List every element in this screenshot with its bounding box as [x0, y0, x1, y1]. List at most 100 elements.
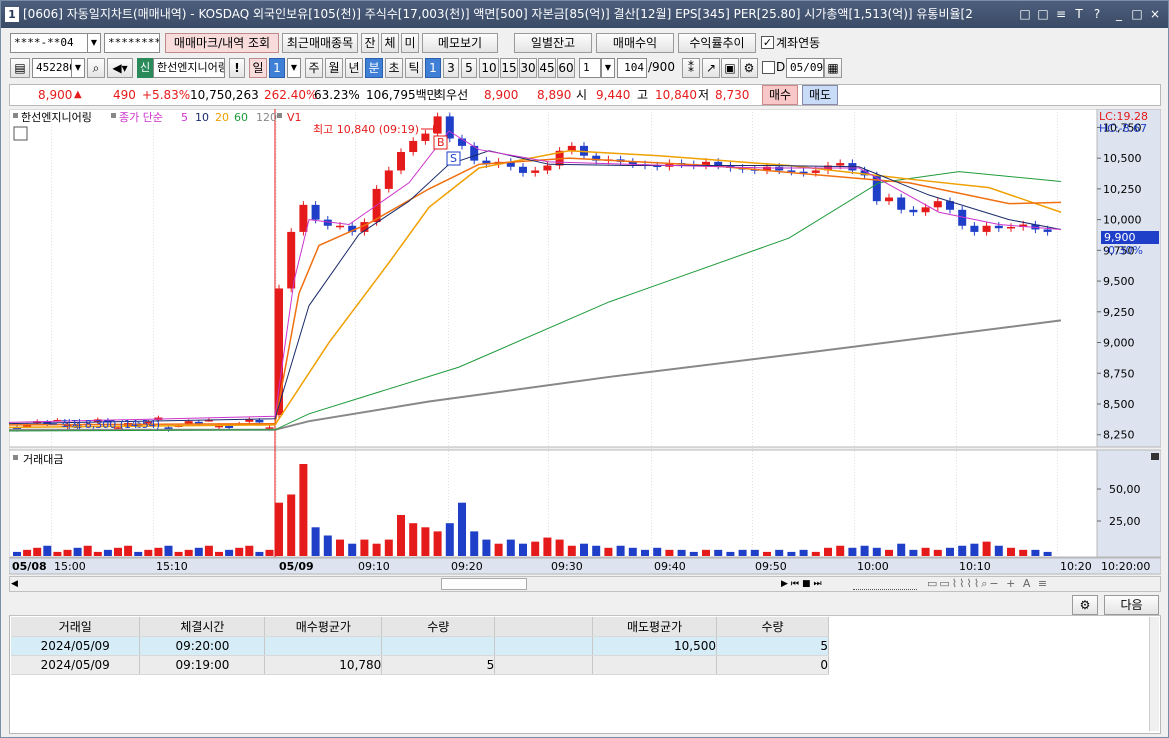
sell-button[interactable]: 매도 — [802, 85, 838, 105]
period-dropdown-icon[interactable]: ▼ — [287, 58, 301, 78]
balance-button[interactable]: 잔 — [361, 33, 379, 53]
scroll-left-icon[interactable]: ◀ — [11, 578, 21, 590]
interval-5-button[interactable]: 5 — [461, 58, 477, 78]
legend-v1: V1 — [287, 111, 302, 124]
period-tick-button[interactable]: 틱 — [405, 58, 423, 78]
search-icon[interactable]: ⌕ — [87, 58, 105, 78]
high-price: 10,840 — [655, 88, 697, 102]
recent-stocks-button[interactable]: 최근매매종목 — [282, 33, 358, 53]
table-row[interactable]: 2024/05/09 09:19:00 10,780 5 0 — [11, 655, 829, 675]
interval-15-button[interactable]: 15 — [500, 58, 518, 78]
period-day-button[interactable]: 일 — [249, 58, 267, 78]
volume-bar — [421, 527, 430, 556]
help-icon[interactable]: ? — [1089, 6, 1105, 22]
link-icon[interactable]: □ — [1017, 6, 1033, 22]
stock-code-input[interactable]: 452280 — [32, 58, 72, 78]
volume-panel-close-icon[interactable] — [1151, 453, 1159, 460]
warning-button[interactable]: ! — [229, 58, 245, 78]
price-tick-label: 9,000 — [1103, 337, 1135, 350]
scrollbar-thumb[interactable] — [441, 578, 527, 590]
drawing-tool-icon[interactable]: ↗ — [702, 58, 720, 78]
volume-bar — [714, 549, 723, 556]
volume-bar — [1019, 549, 1028, 556]
interval-45-button[interactable]: 45 — [538, 58, 556, 78]
col-buy-qty[interactable]: 수량 — [381, 617, 496, 637]
period-week-button[interactable]: 주 — [305, 58, 323, 78]
candle-body — [184, 421, 193, 424]
filled-button[interactable]: 체 — [381, 33, 399, 53]
volume-bar — [958, 545, 967, 556]
table-row[interactable]: 2024/05/09 09:20:00 10,500 5 — [11, 636, 829, 656]
col-sell-qty[interactable]: 수량 — [716, 617, 829, 637]
interval-input[interactable]: 1 — [579, 58, 601, 78]
candle-body — [775, 166, 784, 171]
trade-profit-button[interactable]: 매매수익 — [596, 33, 674, 53]
table-scrollbar[interactable] — [1149, 617, 1159, 731]
pin-icon[interactable]: ≡ — [1053, 6, 1069, 22]
col-trade-date[interactable]: 거래일 — [11, 617, 141, 637]
minimize-button[interactable]: _ — [1111, 6, 1127, 22]
playback-controls-icon[interactable]: ▶⏮■⏭ — [781, 578, 851, 590]
candle-body — [255, 419, 264, 423]
candle-body — [885, 197, 893, 202]
buy-button[interactable]: 매수 — [762, 85, 798, 105]
account-field[interactable]: ****-**04 — [10, 33, 88, 53]
period-year-button[interactable]: 년 — [345, 58, 363, 78]
period-day-count[interactable]: 1 — [269, 58, 285, 78]
count-total: /900 — [648, 60, 675, 74]
period-minute-button[interactable]: 분 — [365, 58, 383, 78]
price-chart[interactable]: 10,75010,50010,25010,0009,7509,5009,2509… — [9, 109, 1161, 575]
volume-bar — [323, 535, 332, 556]
cell-buy-avg: 10,780 — [264, 655, 383, 675]
calendar-icon[interactable]: ▦ — [824, 58, 842, 78]
return-trend-button[interactable]: 수익률추이 — [678, 33, 756, 53]
unfilled-button[interactable]: 미 — [401, 33, 419, 53]
daily-balance-button[interactable]: 일별잔고 — [514, 33, 592, 53]
interval-10-button[interactable]: 10 — [479, 58, 499, 78]
interval-dropdown-icon[interactable]: ▼ — [601, 58, 615, 78]
count-input[interactable]: 104 — [617, 58, 647, 78]
indicator-icon[interactable]: ⁑ — [682, 58, 700, 78]
period-month-button[interactable]: 월 — [325, 58, 343, 78]
next-button[interactable]: 다음 — [1104, 595, 1159, 615]
zoom-slider[interactable] — [853, 578, 917, 590]
interval-3-button[interactable]: 3 — [443, 58, 459, 78]
chart-type-icon[interactable]: ▤ — [10, 58, 30, 78]
settings-gear-icon[interactable]: ⚙ — [1072, 595, 1098, 615]
volume-bar — [689, 551, 698, 556]
stock-name-field[interactable]: 한선엔지니어링 — [153, 58, 225, 78]
account-link-checkbox[interactable]: ✓ — [761, 36, 774, 49]
time-tick-label: 09:30 — [551, 560, 583, 573]
font-icon[interactable]: T — [1071, 6, 1087, 22]
current-price-tag-text: 9,900 — [1104, 231, 1136, 244]
gear-icon[interactable]: ⚙ — [740, 58, 758, 78]
period-second-button[interactable]: 초 — [385, 58, 403, 78]
restore-icon[interactable]: □ — [1035, 6, 1051, 22]
interval-1-button[interactable]: 1 — [425, 58, 441, 78]
cell-buy-qty — [381, 636, 496, 656]
stock-code-dropdown-icon[interactable]: ▼ — [71, 58, 85, 78]
speaker-icon[interactable]: ◀▾ — [107, 58, 133, 78]
close-button[interactable]: × — [1147, 6, 1163, 22]
memo-button[interactable]: 메모보기 — [422, 33, 498, 53]
col-exec-time[interactable]: 체결시간 — [139, 617, 266, 637]
app-icon: 1 — [5, 7, 19, 22]
interval-60-button[interactable]: 60 — [557, 58, 575, 78]
interval-30-button[interactable]: 30 — [519, 58, 537, 78]
maximize-button[interactable]: □ — [1129, 6, 1145, 22]
col-sell-avg[interactable]: 매도평균가 — [592, 617, 718, 637]
password-field[interactable]: ******** — [104, 33, 160, 53]
volume-bar — [154, 547, 163, 556]
trade-mark-query-button[interactable]: 매매마크/내역 조회 — [165, 33, 279, 53]
col-buy-avg[interactable]: 매수평균가 — [264, 617, 383, 637]
account-dropdown-icon[interactable]: ▼ — [87, 33, 101, 53]
data-table-icon[interactable] — [13, 126, 28, 141]
save-icon[interactable]: ▣ — [721, 58, 739, 78]
col-blank[interactable] — [494, 617, 594, 637]
volume-bar — [204, 545, 213, 556]
date-input[interactable]: 05/09 — [786, 58, 824, 78]
date-checkbox[interactable] — [762, 61, 775, 74]
price-change: 490 — [113, 88, 136, 102]
volume-bar — [482, 539, 491, 556]
chart-tools-icon[interactable]: ▭▭⌇⌇⌇⌇⌕− + A ≡ — [927, 577, 1157, 591]
